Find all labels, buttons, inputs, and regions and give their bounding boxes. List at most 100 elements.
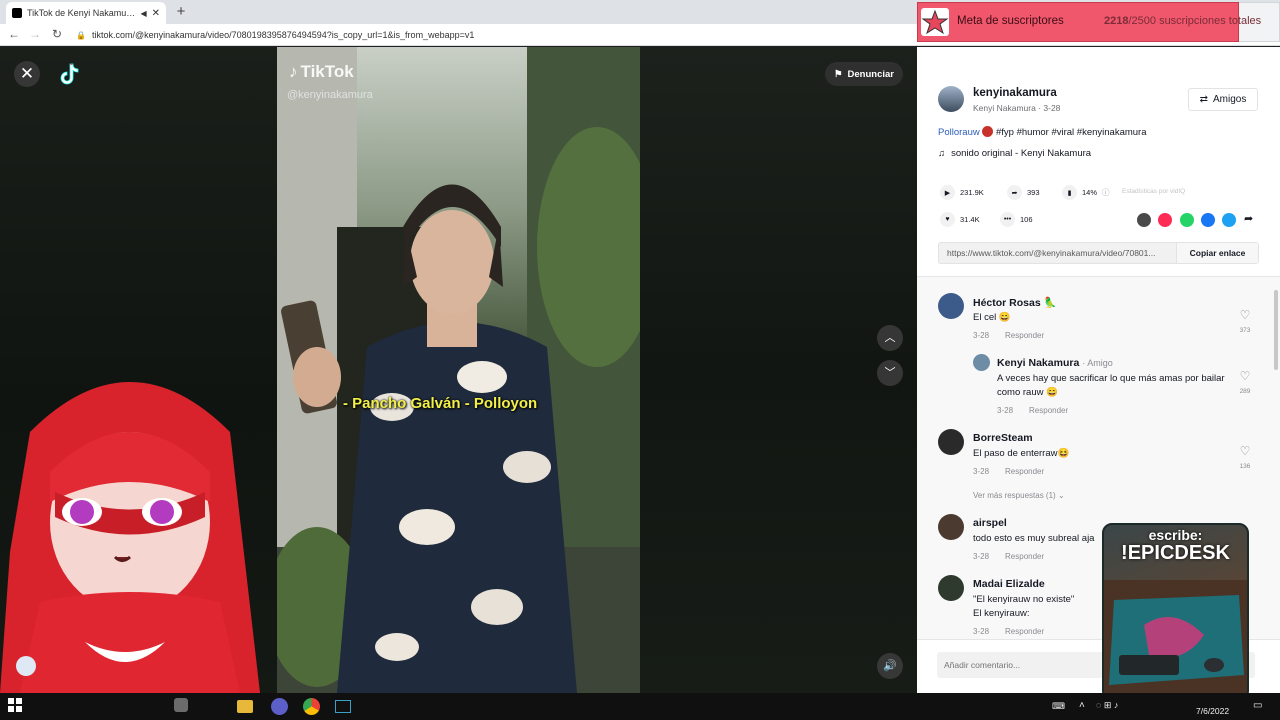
shares-stat: ➦ 393 [1007, 185, 1040, 200]
comment-text: "El kenyirauw no existe" [973, 594, 1075, 605]
video-blur-right [640, 47, 917, 693]
author-subline: Kenyi Nakamura · 3-28 [973, 103, 1061, 113]
taskbar-window-icon[interactable] [335, 700, 351, 713]
keyboard-icon[interactable]: ⌨ [1052, 701, 1065, 712]
comment-author-name[interactable]: Madai Elizalde [973, 578, 1045, 590]
address-bar[interactable]: 🔒 tiktok.com/@kenyinakamura/video/708019… [76, 27, 914, 43]
lock-icon: 🔒 [76, 30, 86, 40]
play-icon: ▶ [940, 185, 955, 200]
notifications-icon[interactable]: ▭ [1253, 700, 1262, 711]
comment-text-line2: El kenyirauw: [973, 608, 1030, 619]
share-arrow-icon[interactable]: ➦ [1244, 212, 1253, 225]
camera-icon[interactable] [16, 656, 36, 676]
obs-icon[interactable] [271, 698, 288, 715]
comment-text: todo esto es muy subreal aja [973, 533, 1095, 544]
reply-avatar[interactable] [973, 354, 990, 371]
angry-emoji-icon [982, 126, 994, 137]
tiktok-note-icon: ♪ [289, 62, 298, 81]
author-avatar[interactable] [938, 86, 964, 112]
facebook-icon[interactable] [1201, 213, 1215, 227]
comment-like-heart-icon[interactable]: ♡ [1238, 370, 1252, 382]
comment-like-heart-icon[interactable]: ♡ [1238, 445, 1252, 457]
comment-avatar[interactable] [938, 514, 964, 540]
reply-link[interactable]: Responder [1029, 406, 1068, 415]
likes-count: 31.4K [960, 215, 980, 224]
comments-stat[interactable]: ••• 106 [1000, 212, 1033, 227]
video-description: Pollorauw #fyp #humor #viral #kenyinakam… [938, 126, 1147, 138]
reply-link[interactable]: Responder [1005, 467, 1044, 476]
new-tab-button[interactable]: + [172, 3, 190, 21]
tray-icons[interactable]: ◌ ⊞ ♪ [1096, 700, 1118, 711]
music-note-icon: ♫ [938, 148, 946, 159]
taskbar-app-icon[interactable] [174, 698, 188, 712]
subscriber-goal-count: 2218/2500 suscripciones totales [1104, 15, 1261, 27]
report-label: Denunciar [847, 68, 894, 80]
reply-link[interactable]: Responder [1005, 552, 1044, 561]
forward-icon[interactable]: → [27, 26, 43, 42]
reload-icon[interactable]: ↻ [49, 26, 65, 42]
windows-start-icon[interactable] [8, 698, 25, 715]
subscriber-goal-total: /2500 suscripciones totales [1128, 15, 1262, 27]
reply-link[interactable]: Responder [1005, 331, 1044, 340]
comment-avatar[interactable] [938, 575, 964, 601]
video-caption: - Pancho Galván - Polloyon [343, 395, 538, 412]
tray-chevron-up-icon[interactable]: ˄ [1079, 700, 1085, 711]
comment-author-name[interactable]: airspel [973, 517, 1007, 529]
back-icon[interactable]: ← [6, 26, 22, 42]
share-icon: ➦ [1007, 185, 1022, 200]
video-player[interactable] [277, 47, 640, 693]
reply-link[interactable]: Responder [1005, 627, 1044, 636]
comment-avatar[interactable] [938, 293, 964, 319]
send-icon[interactable] [1158, 213, 1172, 227]
comment-like-count: 136 [1239, 463, 1251, 470]
video-link-url[interactable]: https://www.tiktok.com/@kenyinakamura/vi… [947, 248, 1172, 258]
vidiq-credit[interactable]: Estadísticas por vidIQ [1122, 188, 1185, 195]
music-link[interactable]: ♫ sonido original - Kenyi Nakamura [938, 148, 1091, 159]
comment-like-heart-icon[interactable]: ♡ [1238, 309, 1252, 321]
star-icon [921, 8, 949, 36]
report-button[interactable]: ⚑ Denunciar [825, 62, 903, 86]
taskbar-date: 7/6/2022 [1196, 706, 1230, 716]
file-explorer-icon[interactable] [237, 700, 253, 713]
comment-avatar[interactable] [938, 429, 964, 455]
tiktok-logo-icon[interactable] [58, 62, 80, 86]
chrome-icon[interactable] [303, 698, 320, 715]
copy-link-button[interactable]: Copiar enlace [1176, 243, 1258, 263]
info-icon[interactable]: ⓘ [1102, 187, 1110, 198]
whatsapp-icon[interactable] [1180, 213, 1194, 227]
subscriber-goal-label: Meta de suscriptores [957, 15, 1064, 27]
epicdesk-line2: !EPICDESK [1121, 542, 1230, 564]
close-video-button[interactable]: ✕ [14, 61, 40, 87]
percent-value: 14% [1082, 188, 1098, 197]
friends-button[interactable]: ⇄ Amigos [1188, 88, 1258, 111]
music-title: sonido original - Kenyi Nakamura [951, 148, 1092, 159]
tab-close-icon[interactable]: ✕ [152, 8, 160, 19]
next-video-chevron-down-icon[interactable]: ﹀ [877, 360, 903, 386]
watermark-handle: @kenyinakamura [287, 89, 373, 101]
comment-text: El paso de enterraw😆 [973, 448, 1070, 459]
description-hashtags[interactable]: #fyp #humor #viral #kenyinakamura [996, 127, 1147, 138]
embed-icon[interactable] [1137, 213, 1151, 227]
comment-meta: 3-28 Responder [997, 406, 1068, 415]
volume-icon[interactable]: 🔊 [877, 653, 903, 679]
comment-meta: 3-28 Responder [973, 552, 1044, 561]
comment-author[interactable]: Kenyi Nakamura · Amigo [997, 357, 1113, 369]
comment-author[interactable]: Héctor Rosas 🦜 [973, 296, 1057, 309]
author-username[interactable]: kenyinakamura [973, 87, 1057, 99]
comments-scrollbar[interactable] [1274, 290, 1278, 370]
more-replies-label: Ver más respuestas (1) [973, 491, 1056, 500]
likes-stat[interactable]: ♥ 31.4K [940, 212, 980, 227]
windows-taskbar [0, 693, 1280, 720]
vtuber-avatar-overlay [0, 352, 270, 693]
comment-author-name[interactable]: BorreSteam [973, 432, 1033, 444]
browser-tab[interactable]: TikTok de Kenyi Nakamura (@ ◀ ✕ [6, 2, 166, 24]
heart-icon: ♥ [940, 212, 955, 227]
previous-video-chevron-up-icon[interactable]: ︿ [877, 325, 903, 351]
comment-like-count: 373 [1239, 327, 1251, 334]
description-name: Pollorauw [938, 127, 980, 138]
bar-chart-icon: ▮ [1062, 185, 1077, 200]
percent-stat: ▮ 14% ⓘ [1062, 185, 1110, 200]
view-more-replies-link[interactable]: Ver más respuestas (1) ⌄ [973, 491, 1065, 500]
twitter-icon[interactable] [1222, 213, 1236, 227]
comment-date: 3-28 [997, 406, 1014, 415]
